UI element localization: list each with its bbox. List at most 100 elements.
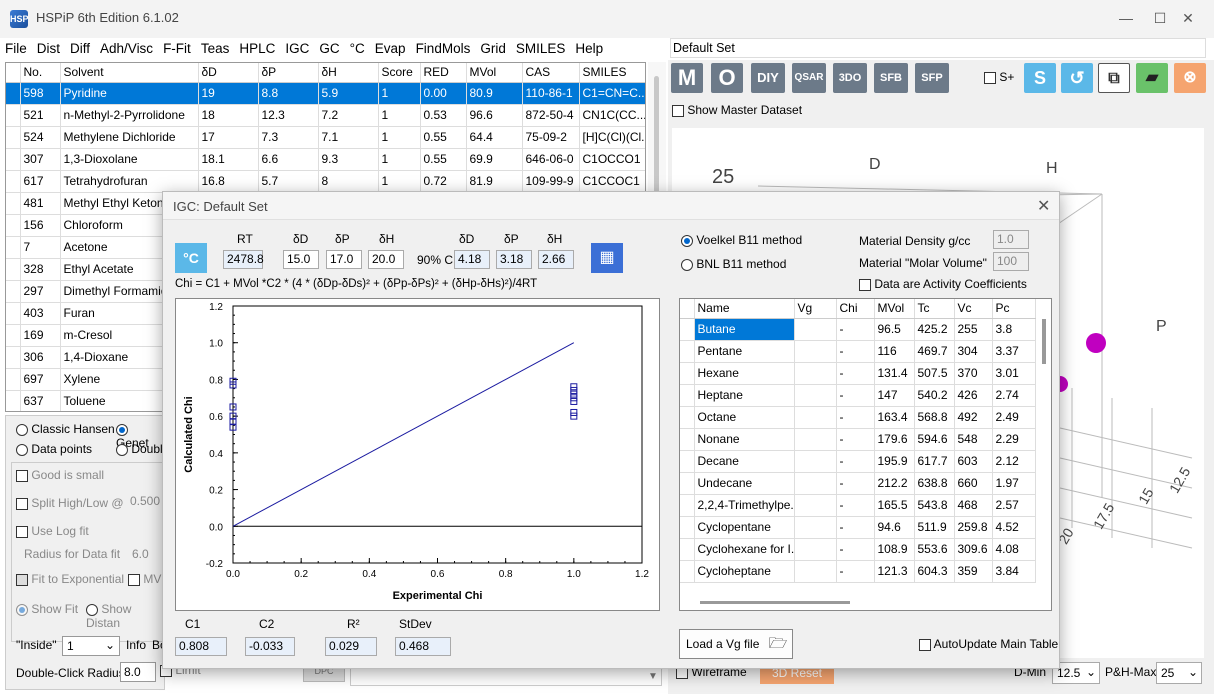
use-log-option[interactable]: Use Log fit bbox=[16, 524, 89, 538]
table-cell[interactable] bbox=[794, 450, 837, 473]
sfp-button[interactable]: SFP bbox=[915, 63, 949, 93]
double-option[interactable]: Doubl bbox=[116, 442, 163, 456]
table-cell[interactable] bbox=[794, 560, 837, 583]
mv-checkbox[interactable] bbox=[128, 573, 140, 586]
row-selector[interactable] bbox=[680, 450, 695, 473]
load-vg-button[interactable]: Load a Vg file 🗁 bbox=[679, 629, 793, 659]
voelkel-radio[interactable] bbox=[681, 234, 693, 247]
solvent-column-header[interactable]: No. bbox=[20, 63, 61, 83]
split-option[interactable]: Split High/Low @ bbox=[16, 496, 124, 510]
vg-column-header[interactable]: MVol bbox=[874, 299, 915, 319]
data-points-radio[interactable] bbox=[16, 443, 28, 456]
classic-radio[interactable] bbox=[16, 423, 28, 436]
menu-dist[interactable]: Dist bbox=[32, 38, 65, 59]
set-name-input[interactable]: Default Set bbox=[670, 38, 1206, 58]
menu-smiles[interactable]: SMILES bbox=[511, 38, 571, 59]
maximize-button[interactable]: ☐ bbox=[1148, 8, 1172, 28]
solvent-column-header[interactable]: Solvent bbox=[60, 63, 199, 83]
row-selector[interactable] bbox=[6, 148, 21, 171]
table-row[interactable]: Undecane -212.2 638.8 660 1.97 bbox=[680, 472, 1036, 495]
double-radio[interactable] bbox=[116, 443, 128, 456]
vg-column-header[interactable]: Vc bbox=[954, 299, 993, 319]
vg-column-header[interactable]: Name bbox=[694, 299, 795, 319]
table-row[interactable]: 524 Methylene Dichloride 17 7.3 7.1 1 0.55 64.4… bbox=[6, 126, 645, 149]
good-small-option[interactable]: Good is small bbox=[16, 468, 104, 482]
menu-diff[interactable]: Diff bbox=[65, 38, 95, 59]
vg-column-header[interactable]: Vg bbox=[794, 299, 837, 319]
table-cell[interactable] bbox=[794, 472, 837, 495]
row-selector[interactable] bbox=[680, 428, 695, 451]
menu-hplc[interactable]: HPLC bbox=[234, 38, 280, 59]
data-points-option[interactable]: Data points bbox=[16, 442, 92, 456]
calculator-icon[interactable]: ▦ bbox=[591, 243, 623, 273]
table-row[interactable]: Octane -163.4 568.8 492 2.49 bbox=[680, 406, 1036, 429]
row-selector[interactable] bbox=[6, 346, 21, 369]
row-selector[interactable] bbox=[680, 538, 695, 561]
undo-icon[interactable]: ↺ bbox=[1061, 63, 1093, 93]
close-button[interactable]: ✕ bbox=[1176, 8, 1200, 28]
split-value[interactable]: 0.500 bbox=[130, 494, 160, 508]
book-icon[interactable]: ▰ bbox=[1136, 63, 1168, 93]
row-selector[interactable] bbox=[680, 560, 695, 583]
row-selector[interactable] bbox=[6, 170, 21, 193]
row-selector[interactable] bbox=[6, 126, 21, 149]
bnl-radio[interactable] bbox=[681, 258, 693, 271]
m-button[interactable]: M bbox=[671, 63, 703, 93]
s-plus-checkbox[interactable] bbox=[984, 71, 996, 84]
menu-igc[interactable]: IGC bbox=[280, 38, 314, 59]
molar-volume-input[interactable]: 100 bbox=[993, 252, 1029, 271]
inside-select[interactable]: 1 ⌄ bbox=[62, 636, 120, 656]
split-checkbox[interactable] bbox=[16, 497, 28, 510]
solvent-column-header[interactable]: RED bbox=[420, 63, 467, 83]
table-row[interactable]: Nonane -179.6 594.6 548 2.29 bbox=[680, 428, 1036, 451]
solvent-column-header[interactable]: δP bbox=[258, 63, 319, 83]
show-distance-option[interactable]: Show Distan bbox=[86, 602, 164, 630]
info-label[interactable]: Info bbox=[126, 638, 146, 652]
qsar-button[interactable]: QSAR bbox=[792, 63, 826, 93]
table-row[interactable]: Butane -96.5 425.2 255 3.8 bbox=[680, 318, 1036, 341]
solvent-column-header[interactable]: SMILES bbox=[579, 63, 645, 83]
s-button[interactable]: S bbox=[1024, 63, 1056, 93]
row-selector[interactable] bbox=[6, 236, 21, 259]
table-row[interactable]: 617 Tetrahydrofuran 16.8 5.7 8 1 0.72 81.9 109-9… bbox=[6, 170, 645, 193]
vg-table-hscroll-thumb[interactable] bbox=[700, 601, 850, 604]
mv-option[interactable]: MV bbox=[128, 572, 161, 586]
row-selector[interactable] bbox=[6, 324, 21, 347]
row-selector[interactable] bbox=[680, 362, 695, 385]
vg-column-header[interactable]: Pc bbox=[992, 299, 1036, 319]
table-cell[interactable] bbox=[794, 516, 837, 539]
table-row[interactable]: 521 n-Methyl-2-Pyrrolidone 18 12.3 7.2 1 0.53 9… bbox=[6, 104, 645, 127]
diy-button[interactable]: DIY bbox=[751, 63, 785, 93]
table-row[interactable]: 598 Pyridine 19 8.8 5.9 1 0.00 80.9 110-86-1 C1=C… bbox=[6, 82, 645, 105]
table-row[interactable]: 2,2,4-Trimethylpe... -165.5 543.8 468 2.57 bbox=[680, 494, 1036, 517]
vg-column-header[interactable]: Chi bbox=[836, 299, 875, 319]
table-cell[interactable] bbox=[794, 384, 837, 407]
table-cell[interactable] bbox=[794, 318, 837, 341]
sfb-button[interactable]: SFB bbox=[874, 63, 908, 93]
table-cell[interactable] bbox=[794, 428, 837, 451]
good-small-checkbox[interactable] bbox=[16, 469, 28, 482]
double-click-radius-input[interactable]: 8.0 bbox=[120, 662, 156, 682]
thermometer-celsius-icon[interactable]: °C bbox=[175, 243, 207, 273]
row-selector[interactable] bbox=[680, 384, 695, 407]
row-selector[interactable] bbox=[680, 472, 695, 495]
scroll-down-arrow-icon[interactable]: ▼ bbox=[648, 671, 658, 682]
row-selector[interactable] bbox=[680, 318, 695, 341]
row-selector[interactable] bbox=[6, 302, 21, 325]
bnl-option[interactable]: BNL B11 method bbox=[681, 257, 786, 271]
menu-celsius[interactable]: °C bbox=[345, 38, 370, 59]
vg-column-header[interactable]: Tc bbox=[914, 299, 955, 319]
use-log-checkbox[interactable] bbox=[16, 525, 28, 538]
fit-exp-option[interactable]: Fit to Exponential bbox=[16, 572, 124, 586]
igc-close-icon[interactable]: ✕ bbox=[1037, 196, 1050, 216]
voelkel-option[interactable]: Voelkel B11 method bbox=[681, 233, 802, 247]
solvent-column-header[interactable]: CAS bbox=[522, 63, 580, 83]
show-master-option[interactable]: Show Master Dataset bbox=[672, 103, 802, 117]
menu-adh-visc[interactable]: Adh/Visc bbox=[95, 38, 158, 59]
solvent-column-header[interactable]: δD bbox=[198, 63, 259, 83]
row-selector[interactable] bbox=[680, 494, 695, 517]
3do-button[interactable]: 3DO bbox=[833, 63, 867, 93]
solvent-column-header[interactable]: δH bbox=[318, 63, 379, 83]
row-selector[interactable] bbox=[6, 390, 21, 411]
table-row[interactable]: 307 1,3-Dioxolane 18.1 6.6 9.3 1 0.55 69.9 646-0… bbox=[6, 148, 645, 171]
